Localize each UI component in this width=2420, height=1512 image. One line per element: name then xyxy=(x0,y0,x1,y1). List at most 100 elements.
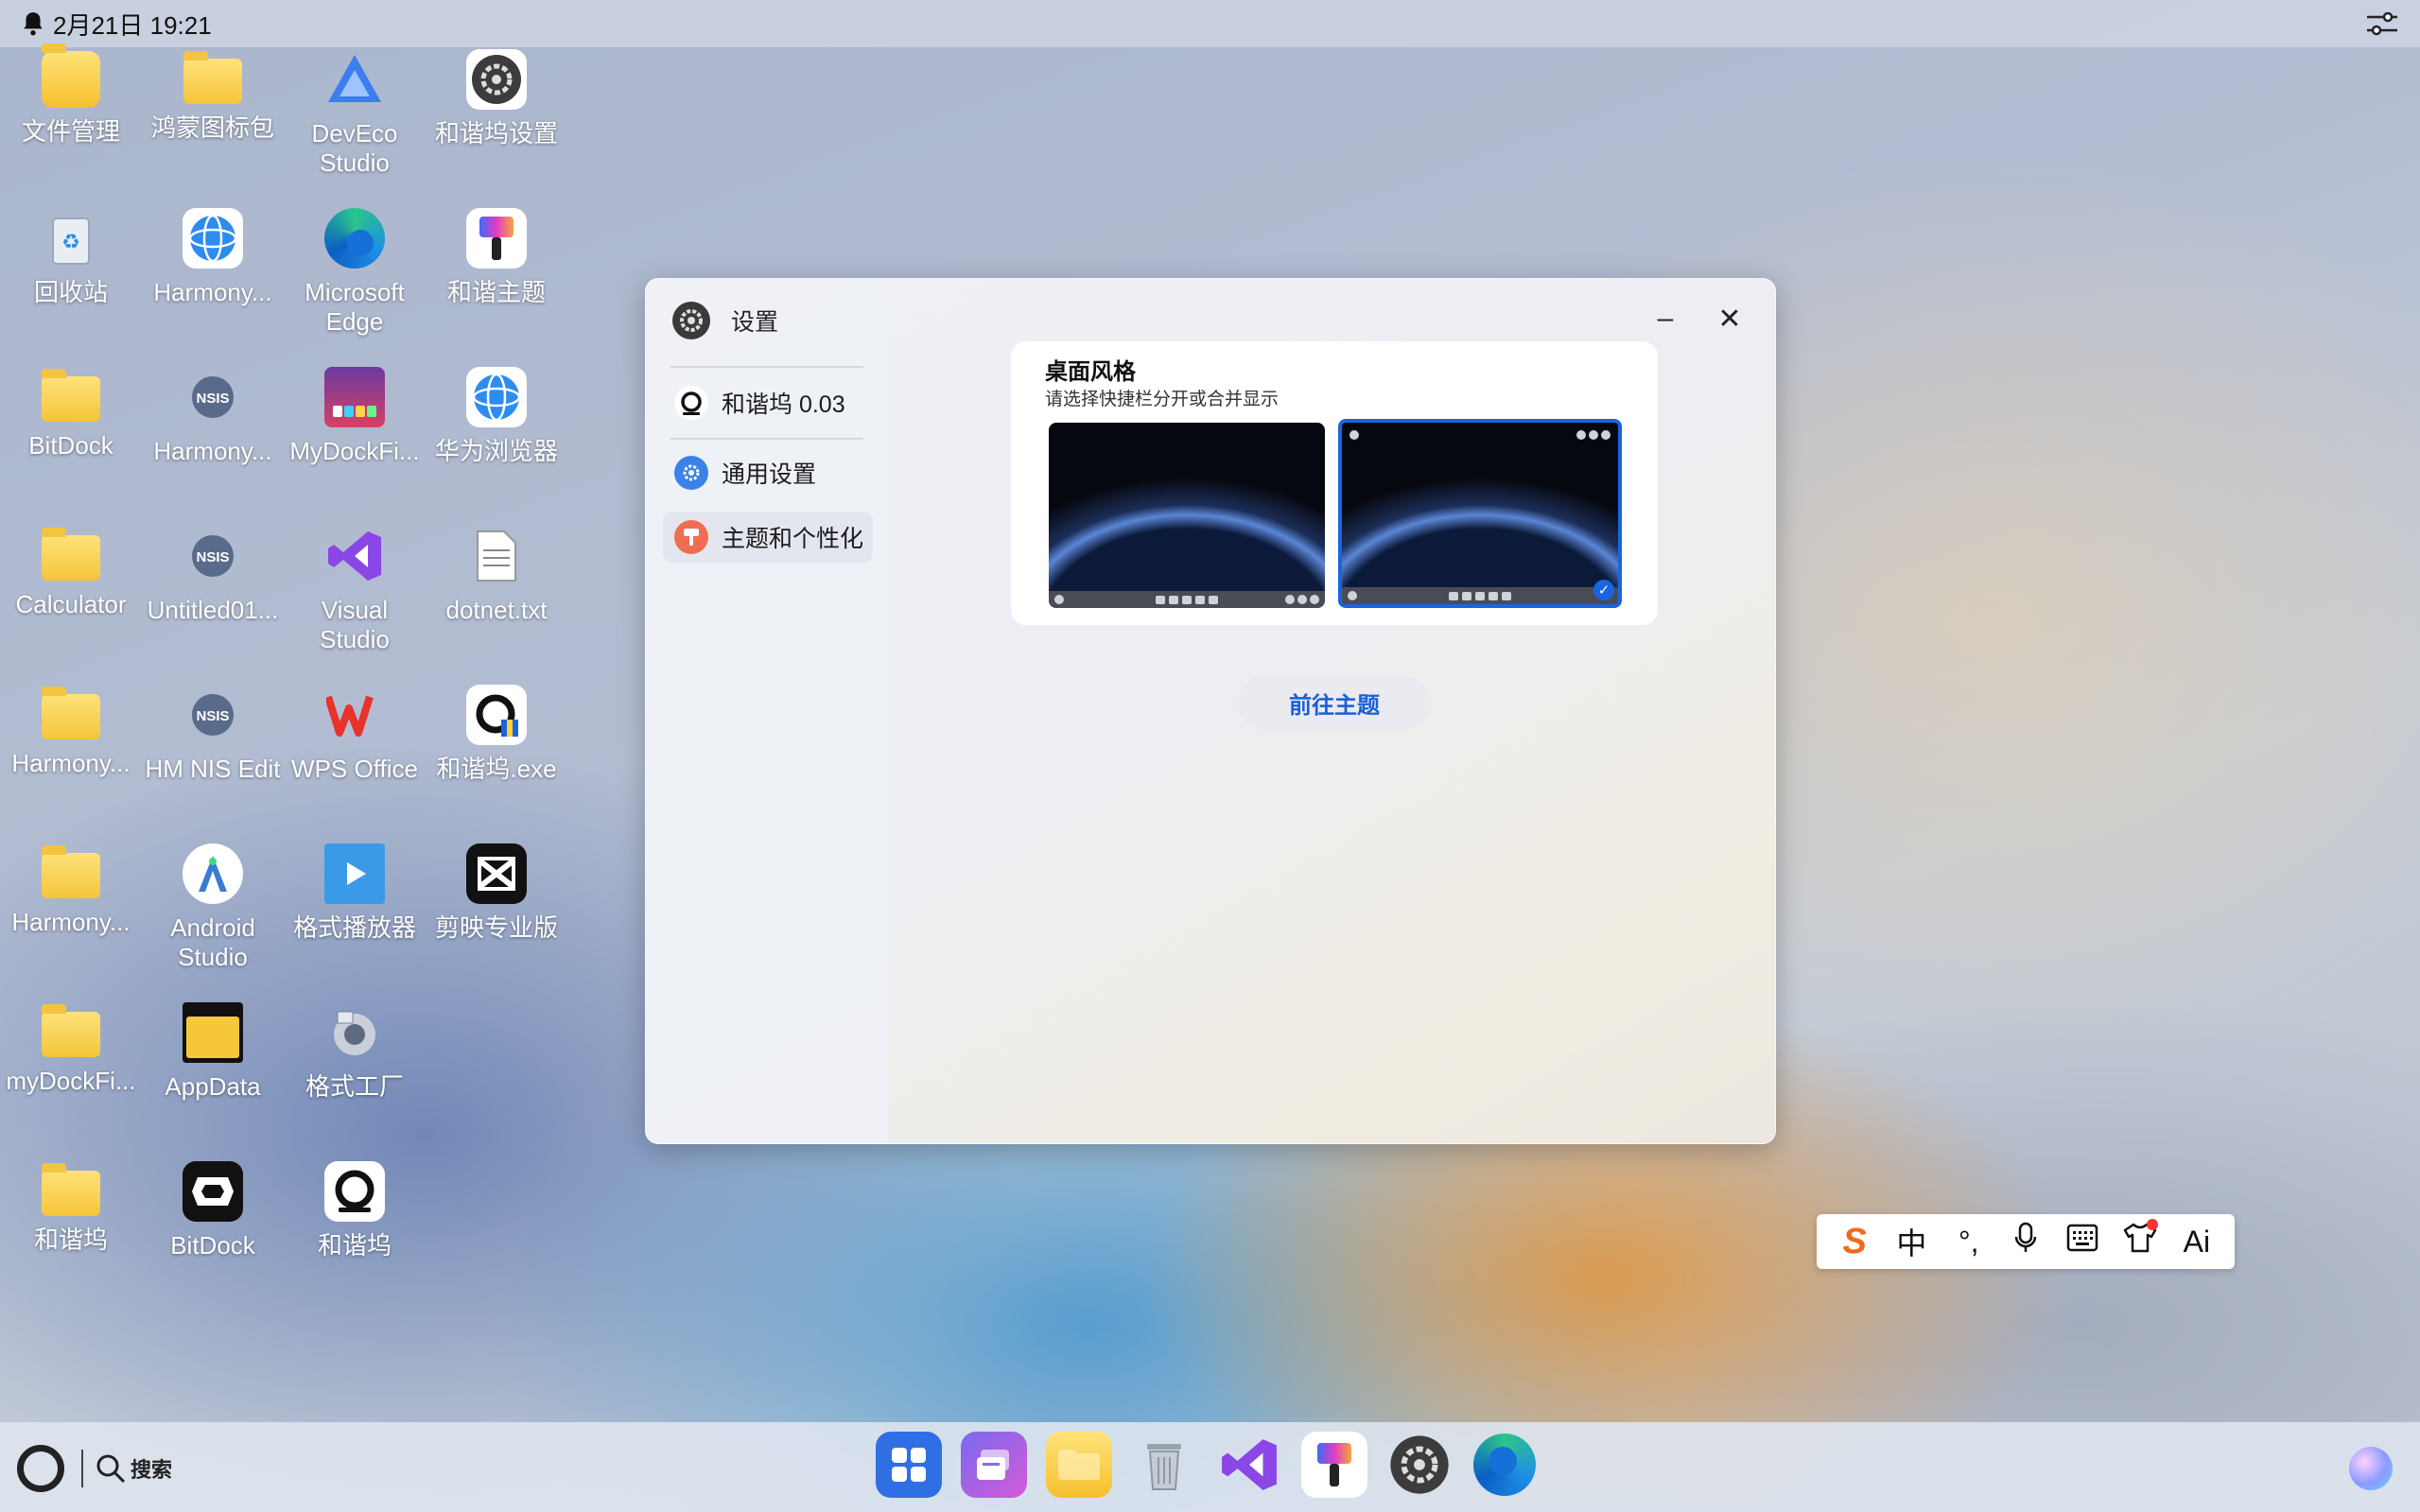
ime-punctuation-toggle[interactable]: °, xyxy=(1945,1225,1993,1260)
desktop-icon-harmony-browser[interactable]: Harmony... xyxy=(142,208,284,359)
desktop-icon-capcut[interactable]: 剪映专业版 xyxy=(426,843,567,995)
folder-icon xyxy=(183,1002,243,1063)
desktop-icon-edge[interactable]: Microsoft Edge xyxy=(284,208,426,359)
desktop-icon-hexiewu-settings[interactable]: 和谐坞设置 xyxy=(426,49,567,200)
desktop-icon-file-manager[interactable]: 文件管理 xyxy=(0,43,142,200)
desktop-icon-visual-studio[interactable]: Visual Studio xyxy=(284,526,426,677)
edge-icon xyxy=(324,208,385,269)
status-bar: 2月21日 19:21 xyxy=(0,0,2420,47)
visual-studio-icon xyxy=(324,526,385,586)
sidebar-item-label: 通用设置 xyxy=(722,461,817,488)
desktop-style-card: 桌面风格 请选择快捷栏分开或合并显示 ✓ xyxy=(1011,341,1658,625)
desktop-icon-mydock-folder[interactable]: myDockFi... xyxy=(0,1002,142,1154)
brush-icon xyxy=(674,520,708,554)
file-manager-icon xyxy=(42,43,100,108)
go-to-theme-button[interactable]: 前往主题 xyxy=(1238,676,1431,729)
folder-icon[interactable] xyxy=(1046,1432,1112,1498)
text-file-icon xyxy=(466,526,527,586)
android-studio-icon xyxy=(183,843,243,904)
desktop-icon-harmony-nsis[interactable]: NSIS Harmony... xyxy=(142,367,284,518)
desktop-icon-format-factory[interactable]: 格式工厂 xyxy=(284,1002,426,1154)
desktop-icon-wps[interactable]: WPS Office xyxy=(284,685,426,836)
sidebar-item-label: 和谐坞 0.03 xyxy=(722,391,845,418)
theme-brush-icon[interactable] xyxy=(1301,1432,1367,1498)
multitask-icon[interactable] xyxy=(961,1432,1027,1498)
desktop-icon-hexiewu[interactable]: 和谐坞 xyxy=(284,1161,426,1312)
bitdock-icon xyxy=(183,1161,243,1222)
skin-shirt-icon[interactable] xyxy=(2116,1219,2164,1260)
nsis-icon: NSIS xyxy=(183,685,243,745)
card-subtitle: 请选择快捷栏分开或合并显示 xyxy=(1045,390,1280,409)
window-title: 设置 xyxy=(672,302,778,339)
desktop-icon-theme[interactable]: 和谐主题 xyxy=(426,208,567,359)
taskbar-search[interactable]: 搜索 xyxy=(95,1452,172,1485)
keyboard-icon[interactable] xyxy=(2059,1224,2106,1260)
sogou-logo-icon[interactable]: S xyxy=(1831,1222,1878,1262)
capcut-icon xyxy=(466,843,527,904)
start-ring-icon[interactable] xyxy=(17,1445,64,1492)
desktop-icon-hexiewu-exe[interactable]: 和谐坞.exe xyxy=(426,685,567,836)
sidebar-item-general[interactable]: 通用设置 xyxy=(663,447,873,498)
ai-assistant-button[interactable]: Ai xyxy=(2173,1225,2220,1260)
settings-window: 设置 和谐坞 0.03 通用设置 主题和个性化 – ✕ 桌面风格 请选择快捷栏分… xyxy=(645,278,1776,1144)
desktop-icon-deveco[interactable]: DevEco Studio xyxy=(284,49,426,200)
style-option-merged[interactable]: ✓ xyxy=(1338,419,1622,608)
desktop-icon-mydock[interactable]: MyDockFi... xyxy=(284,367,426,518)
sidebar-item-hexiewu-version[interactable]: 和谐坞 0.03 xyxy=(663,377,873,428)
desktop-icon-appdata[interactable]: AppData xyxy=(142,1002,284,1154)
desktop-icon-hexiewu-folder[interactable]: 和谐坞 xyxy=(0,1161,142,1312)
folder-icon xyxy=(42,369,100,422)
desktop-icon-icon-pack[interactable]: 鸿蒙图标包 xyxy=(142,49,284,200)
assistant-orb-icon[interactable] xyxy=(2349,1447,2393,1490)
video-player-icon xyxy=(324,843,385,904)
desktop-icon-bitdock[interactable]: BitDock xyxy=(142,1161,284,1312)
settings-gear-icon xyxy=(466,49,527,110)
search-label: 搜索 xyxy=(131,1458,173,1482)
visual-studio-icon[interactable] xyxy=(1216,1432,1282,1498)
taskbar-dock xyxy=(876,1432,1538,1498)
desktop-icon-harmony-folder-1[interactable]: Harmony... xyxy=(0,685,142,836)
desktop-icon-huawei-browser[interactable]: 华为浏览器 xyxy=(426,367,567,518)
trash-icon[interactable] xyxy=(1131,1432,1197,1498)
notification-dot xyxy=(2146,1219,2158,1230)
desktop-icon-calculator-folder[interactable]: Calculator xyxy=(0,526,142,677)
sidebar-divider xyxy=(670,438,863,440)
settings-gear-icon xyxy=(672,302,710,339)
ime-mode-toggle[interactable]: 中 xyxy=(1888,1220,1935,1263)
hexiewu-icon xyxy=(674,386,708,420)
desktop-icon-android-studio[interactable]: Android Studio xyxy=(142,843,284,995)
folder-icon xyxy=(42,845,100,898)
minimize-button[interactable]: – xyxy=(1645,298,1686,339)
taskbar: 搜索 xyxy=(0,1422,2420,1512)
deveco-icon xyxy=(324,49,385,110)
desktop-icon-untitled-nsis[interactable]: NSIS Untitled01... xyxy=(142,526,284,677)
close-button[interactable]: ✕ xyxy=(1709,298,1750,339)
nsis-icon: NSIS xyxy=(183,367,243,427)
app-grid-icon[interactable] xyxy=(876,1432,942,1498)
desktop-icon-recycle-bin[interactable]: ♻ 回收站 xyxy=(0,208,142,359)
desktop-icon-video-player[interactable]: 格式播放器 xyxy=(284,843,426,995)
sidebar-item-theme[interactable]: 主题和个性化 xyxy=(663,512,873,563)
microphone-icon[interactable] xyxy=(2002,1222,2049,1261)
nsis-icon: NSIS xyxy=(183,526,243,586)
settings-gear-icon[interactable] xyxy=(1386,1432,1453,1498)
desktop-icons: 文件管理 鸿蒙图标包 DevEco Studio 和谐坞设置 ♻ 回收站 Har… xyxy=(0,43,567,1373)
taskbar-separator xyxy=(81,1450,83,1487)
taskbar-left: 搜索 xyxy=(17,1445,172,1492)
datetime[interactable]: 2月21日 19:21 xyxy=(53,7,212,42)
style-option-separate[interactable] xyxy=(1049,423,1325,608)
format-factory-icon xyxy=(324,1002,385,1063)
desktop-icon-dotnet-txt[interactable]: dotnet.txt xyxy=(426,526,567,677)
desktop-icon-bitdock-folder[interactable]: BitDock xyxy=(0,367,142,518)
check-icon: ✓ xyxy=(1593,580,1614,600)
desktop-icon-harmony-folder-2[interactable]: Harmony... xyxy=(0,843,142,995)
sidebar-divider xyxy=(670,366,863,368)
sliders-icon[interactable] xyxy=(2365,9,2399,38)
window-title-text: 设置 xyxy=(731,309,779,336)
svg-text:♻: ♻ xyxy=(61,230,80,253)
desktop-icon-hm-nis-edit[interactable]: NSIS HM NIS Edit xyxy=(142,685,284,836)
svg-text:NSIS: NSIS xyxy=(196,391,229,407)
edge-icon[interactable] xyxy=(1471,1432,1538,1498)
bell-icon[interactable] xyxy=(21,10,45,37)
recycle-bin-icon: ♻ xyxy=(41,208,101,269)
